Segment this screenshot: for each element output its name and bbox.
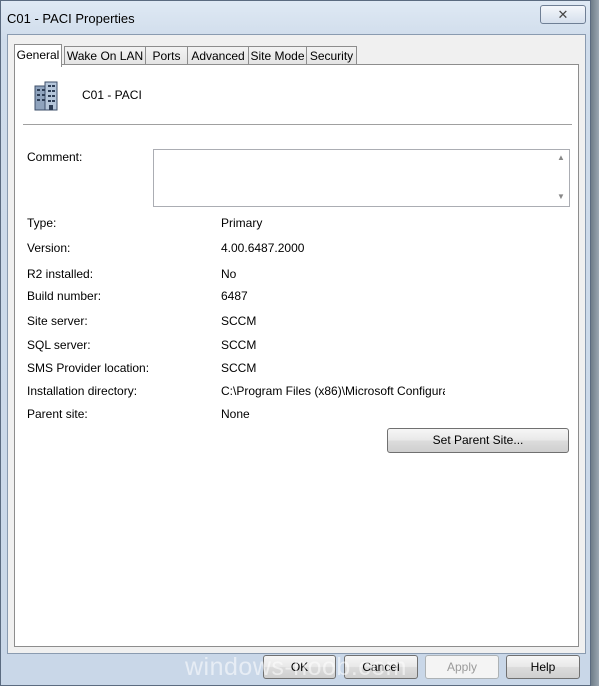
build-number-label: Build number:: [27, 289, 102, 303]
type-value: Primary: [221, 216, 263, 230]
installation-directory-label: Installation directory:: [27, 384, 138, 398]
version-value: 4.00.6487.2000: [221, 241, 305, 255]
sql-server-value: SCCM: [221, 338, 257, 352]
sms-provider-value: SCCM: [221, 361, 257, 375]
sql-server-label: SQL server:: [27, 338, 91, 352]
build-number-value: 6487: [221, 289, 248, 303]
site-server-value: SCCM: [221, 314, 257, 328]
close-icon: ✕: [557, 7, 569, 22]
server-building-icon: [34, 81, 58, 111]
comment-label: Comment:: [27, 150, 83, 164]
close-button[interactable]: ✕: [540, 5, 586, 24]
tab-general[interactable]: General: [14, 44, 62, 67]
watermark-text: windows-noob.com: [185, 653, 407, 681]
type-label: Type:: [27, 216, 57, 230]
background-edge: [591, 0, 599, 686]
comment-textarea[interactable]: ▲ ▼: [153, 149, 570, 207]
site-name: C01 - PACI: [82, 88, 142, 102]
properties-window: C01 - PACI Properties ✕ General Wake On …: [0, 0, 591, 686]
scroll-down-icon[interactable]: ▼: [557, 192, 565, 201]
parent-site-value: None: [221, 407, 250, 421]
tab-advanced[interactable]: Advanced: [187, 46, 249, 65]
help-button[interactable]: Help: [506, 655, 580, 679]
general-tab-panel: C01 - PACI Comment: ▲ ▼ Type: Primary Ve…: [14, 64, 579, 647]
tab-wake-on-lan[interactable]: Wake On LAN: [64, 46, 146, 65]
scroll-up-icon[interactable]: ▲: [557, 153, 565, 162]
tab-security[interactable]: Security: [306, 46, 357, 65]
r2-installed-value: No: [221, 267, 237, 281]
tab-site-mode[interactable]: Site Mode: [248, 46, 307, 65]
window-title: C01 - PACI Properties: [7, 11, 135, 26]
header-separator: [23, 124, 572, 126]
comment-scrollbar[interactable]: ▲ ▼: [553, 150, 569, 206]
tab-ports[interactable]: Ports: [145, 46, 188, 65]
installation-directory-value: C:\Program Files (x86)\Microsoft Configu…: [221, 384, 445, 398]
parent-site-label: Parent site:: [27, 407, 88, 421]
version-label: Version:: [27, 241, 71, 255]
dialog-client-area: General Wake On LAN Ports Advanced Site …: [7, 34, 586, 654]
sms-provider-label: SMS Provider location:: [27, 361, 150, 375]
apply-button[interactable]: Apply: [425, 655, 499, 679]
site-server-label: Site server:: [27, 314, 88, 328]
set-parent-site-button[interactable]: Set Parent Site...: [387, 428, 569, 453]
r2-installed-label: R2 installed:: [27, 267, 94, 281]
